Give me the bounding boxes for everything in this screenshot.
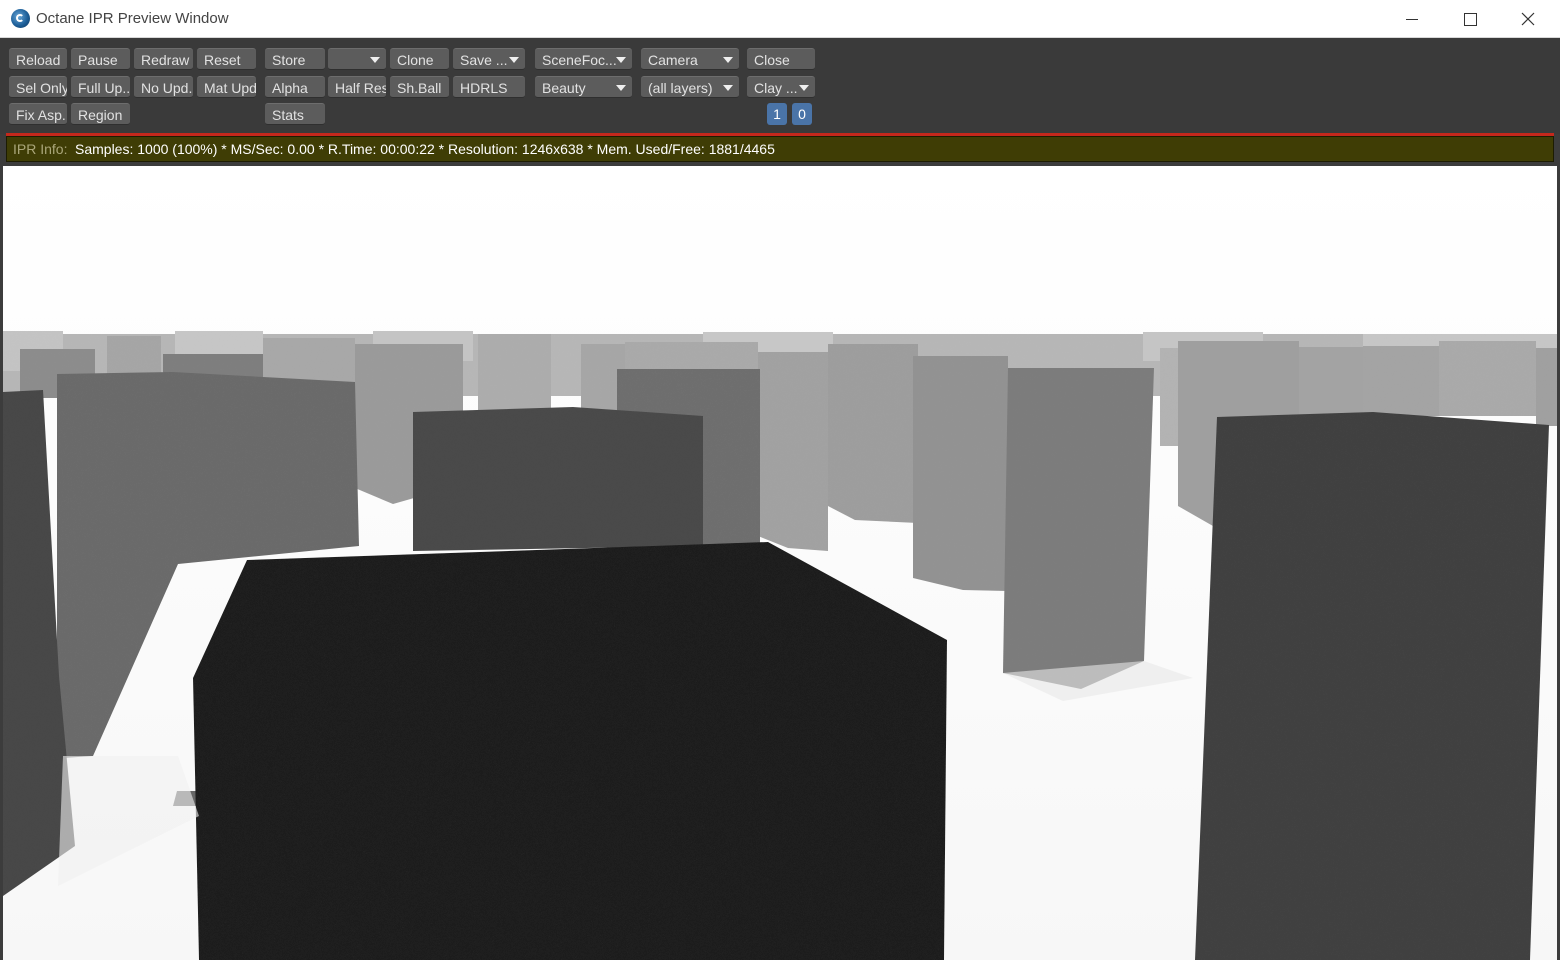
layers-dropdown[interactable]: (all layers) [641, 76, 739, 98]
chevron-down-icon [509, 57, 519, 63]
reset-button[interactable]: Reset [197, 48, 256, 70]
view-0-button[interactable]: 0 [792, 103, 812, 125]
render-pass-dropdown[interactable]: Beauty [535, 76, 632, 98]
reload-button[interactable]: Reload [9, 48, 67, 70]
stats-button[interactable]: Stats [265, 103, 325, 125]
full-update-button[interactable]: Full Up... [71, 76, 130, 98]
clay-dropdown[interactable]: Clay ... [747, 76, 815, 98]
store-slot-dropdown[interactable] [328, 48, 386, 70]
no-update-button[interactable]: No Upd. [134, 76, 193, 98]
toolbar: Reload Pause Redraw Reset Store Clone Sa… [0, 38, 1560, 134]
alpha-button[interactable]: Alpha [265, 76, 325, 98]
chevron-down-icon [616, 57, 626, 63]
octane-app-icon [11, 9, 30, 28]
render-viewport[interactable] [3, 166, 1557, 960]
chevron-down-icon [799, 85, 809, 91]
minimize-button[interactable] [1383, 0, 1441, 38]
scene-focus-label: SceneFoc... [542, 52, 617, 68]
ipr-info-bar: IPR Info: Samples: 1000 (100%) * MS/Sec:… [6, 136, 1554, 162]
save-dropdown[interactable]: Save ... [453, 48, 525, 70]
minimize-icon [1406, 18, 1418, 20]
fix-aspect-button[interactable]: Fix Asp. [9, 103, 67, 125]
camera-label: Camera [648, 52, 698, 68]
maximize-icon [1463, 12, 1477, 26]
ipr-info-text: Samples: 1000 (100%) * MS/Sec: 0.00 * R.… [75, 141, 775, 157]
maximize-button[interactable] [1441, 0, 1499, 38]
close-window-button[interactable] [1499, 0, 1557, 38]
mat-update-button[interactable]: Mat Upd [197, 76, 256, 98]
close-button[interactable]: Close [747, 48, 815, 70]
render-image [3, 166, 1557, 960]
clay-label: Clay ... [754, 80, 798, 96]
chevron-down-icon [723, 85, 733, 91]
pause-button[interactable]: Pause [71, 48, 130, 70]
close-icon [1521, 12, 1535, 26]
sel-only-button[interactable]: Sel Only [9, 76, 67, 98]
view-1-button[interactable]: 1 [767, 103, 787, 125]
chevron-down-icon [370, 57, 380, 63]
layers-label: (all layers) [648, 80, 713, 96]
half-res-button[interactable]: Half Res [328, 76, 386, 98]
window-title: Octane IPR Preview Window [36, 10, 229, 27]
clone-button[interactable]: Clone [390, 48, 449, 70]
camera-dropdown[interactable]: Camera [641, 48, 739, 70]
hdrls-button[interactable]: HDRLS [453, 76, 525, 98]
scene-focus-dropdown[interactable]: SceneFoc... [535, 48, 632, 70]
chevron-down-icon [616, 85, 626, 91]
title-bar: Octane IPR Preview Window [0, 0, 1560, 38]
chevron-down-icon [723, 57, 733, 63]
store-button[interactable]: Store [265, 48, 325, 70]
sh-ball-button[interactable]: Sh.Ball [390, 76, 449, 98]
save-label: Save ... [460, 52, 508, 68]
redraw-button[interactable]: Redraw [134, 48, 193, 70]
render-pass-label: Beauty [542, 80, 586, 96]
ipr-info-label: IPR Info: [13, 141, 68, 157]
region-button[interactable]: Region [71, 103, 130, 125]
